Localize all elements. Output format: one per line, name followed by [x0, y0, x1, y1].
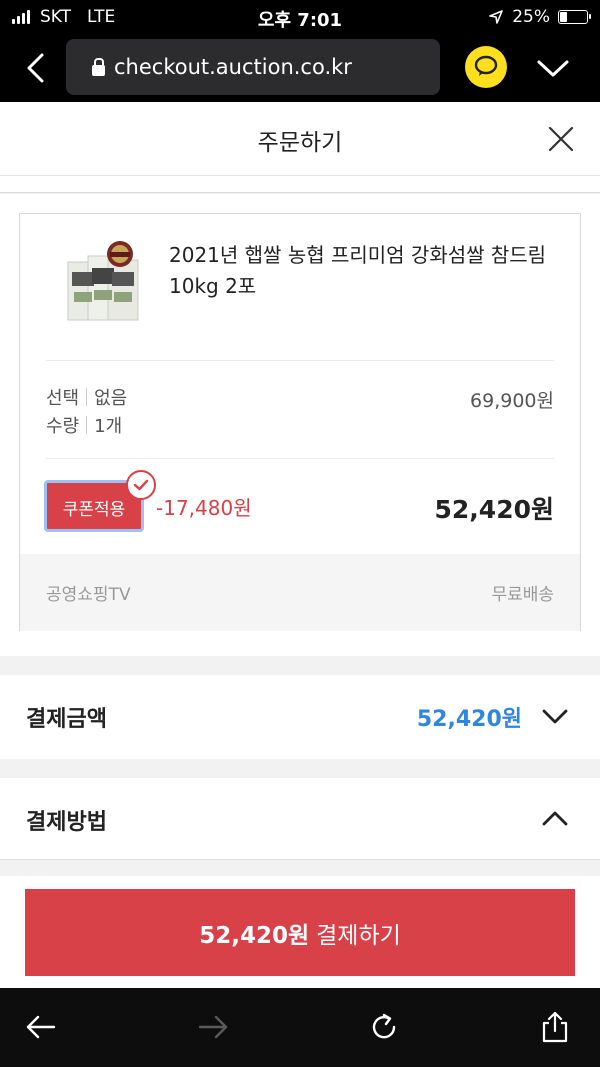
url-text: checkout.auction.co.kr	[114, 55, 352, 79]
header-spacer	[0, 176, 600, 193]
seller-row: 공영쇼핑TV 무료배송	[20, 554, 580, 631]
chevron-up-icon[interactable]	[540, 806, 570, 830]
order-section: 2021년 햅쌀 농협 프리미엄 강화섬쌀 참드림 10kg 2포 선택 없음 …	[0, 194, 600, 656]
product-card: 2021년 햅쌀 농협 프리미엄 강화섬쌀 참드림 10kg 2포 선택 없음 …	[19, 213, 581, 631]
divider	[46, 458, 554, 459]
reload-icon[interactable]	[367, 1010, 401, 1044]
product-name[interactable]: 2021년 햅쌀 농협 프리미엄 강화섬쌀 참드림 10kg 2포	[169, 240, 564, 302]
option-row: 선택 없음	[46, 384, 127, 410]
discount-amount: -17,480원	[156, 496, 252, 520]
pay-bar: 52,420원 결제하기	[0, 876, 600, 988]
quantity-row: 수량 1개	[46, 412, 122, 438]
checkmark-icon	[126, 470, 156, 500]
item-final-price: 52,420원	[434, 495, 554, 524]
chat-bubble-icon	[474, 55, 498, 76]
page-header: 주문하기	[0, 102, 600, 176]
quantity-value: 1개	[94, 416, 123, 437]
payment-amount-label: 결제금액	[26, 707, 107, 732]
option-price: 69,900원	[470, 390, 554, 412]
status-bar: SKT LTE 오후 7:01 25%	[0, 0, 600, 34]
location-arrow-icon	[489, 10, 504, 24]
quantity-label: 수량	[46, 416, 80, 437]
arrow-left-icon[interactable]	[24, 1010, 58, 1044]
pay-button[interactable]: 52,420원 결제하기	[25, 889, 575, 976]
payment-amount-value: 52,420원	[416, 707, 522, 732]
shipping-info: 무료배송	[491, 585, 554, 605]
close-icon[interactable]	[546, 124, 576, 154]
browser-bar: checkout.auction.co.kr	[0, 34, 600, 102]
product-thumbnail[interactable]	[62, 238, 152, 328]
pay-button-amount: 52,420원	[199, 922, 310, 949]
chevron-down-icon[interactable]	[534, 54, 572, 82]
battery-icon	[558, 10, 591, 24]
battery-percent: 25%	[512, 7, 550, 27]
separator	[86, 416, 88, 434]
share-icon[interactable]	[538, 1010, 572, 1044]
address-bar[interactable]: checkout.auction.co.kr	[66, 39, 440, 95]
pay-button-label: 결제하기	[316, 922, 401, 949]
battery-fill	[560, 12, 567, 22]
seller-name: 공영쇼핑TV	[46, 585, 131, 605]
option-label: 선택	[46, 388, 80, 409]
back-chevron-icon[interactable]	[22, 52, 50, 84]
option-value: 없음	[94, 388, 128, 409]
divider	[46, 360, 554, 361]
payment-amount-row[interactable]: 결제금액 52,420원	[0, 675, 600, 759]
chevron-down-icon[interactable]	[540, 705, 570, 729]
kakaotalk-button[interactable]	[465, 46, 507, 88]
page-title: 주문하기	[257, 130, 343, 156]
payment-method-row[interactable]: 결제방법	[0, 778, 600, 860]
browser-toolbar	[0, 988, 600, 1067]
separator	[86, 388, 88, 406]
lock-icon	[92, 57, 105, 76]
arrow-right-icon[interactable]	[196, 1010, 230, 1044]
payment-method-label: 결제방법	[26, 810, 107, 835]
